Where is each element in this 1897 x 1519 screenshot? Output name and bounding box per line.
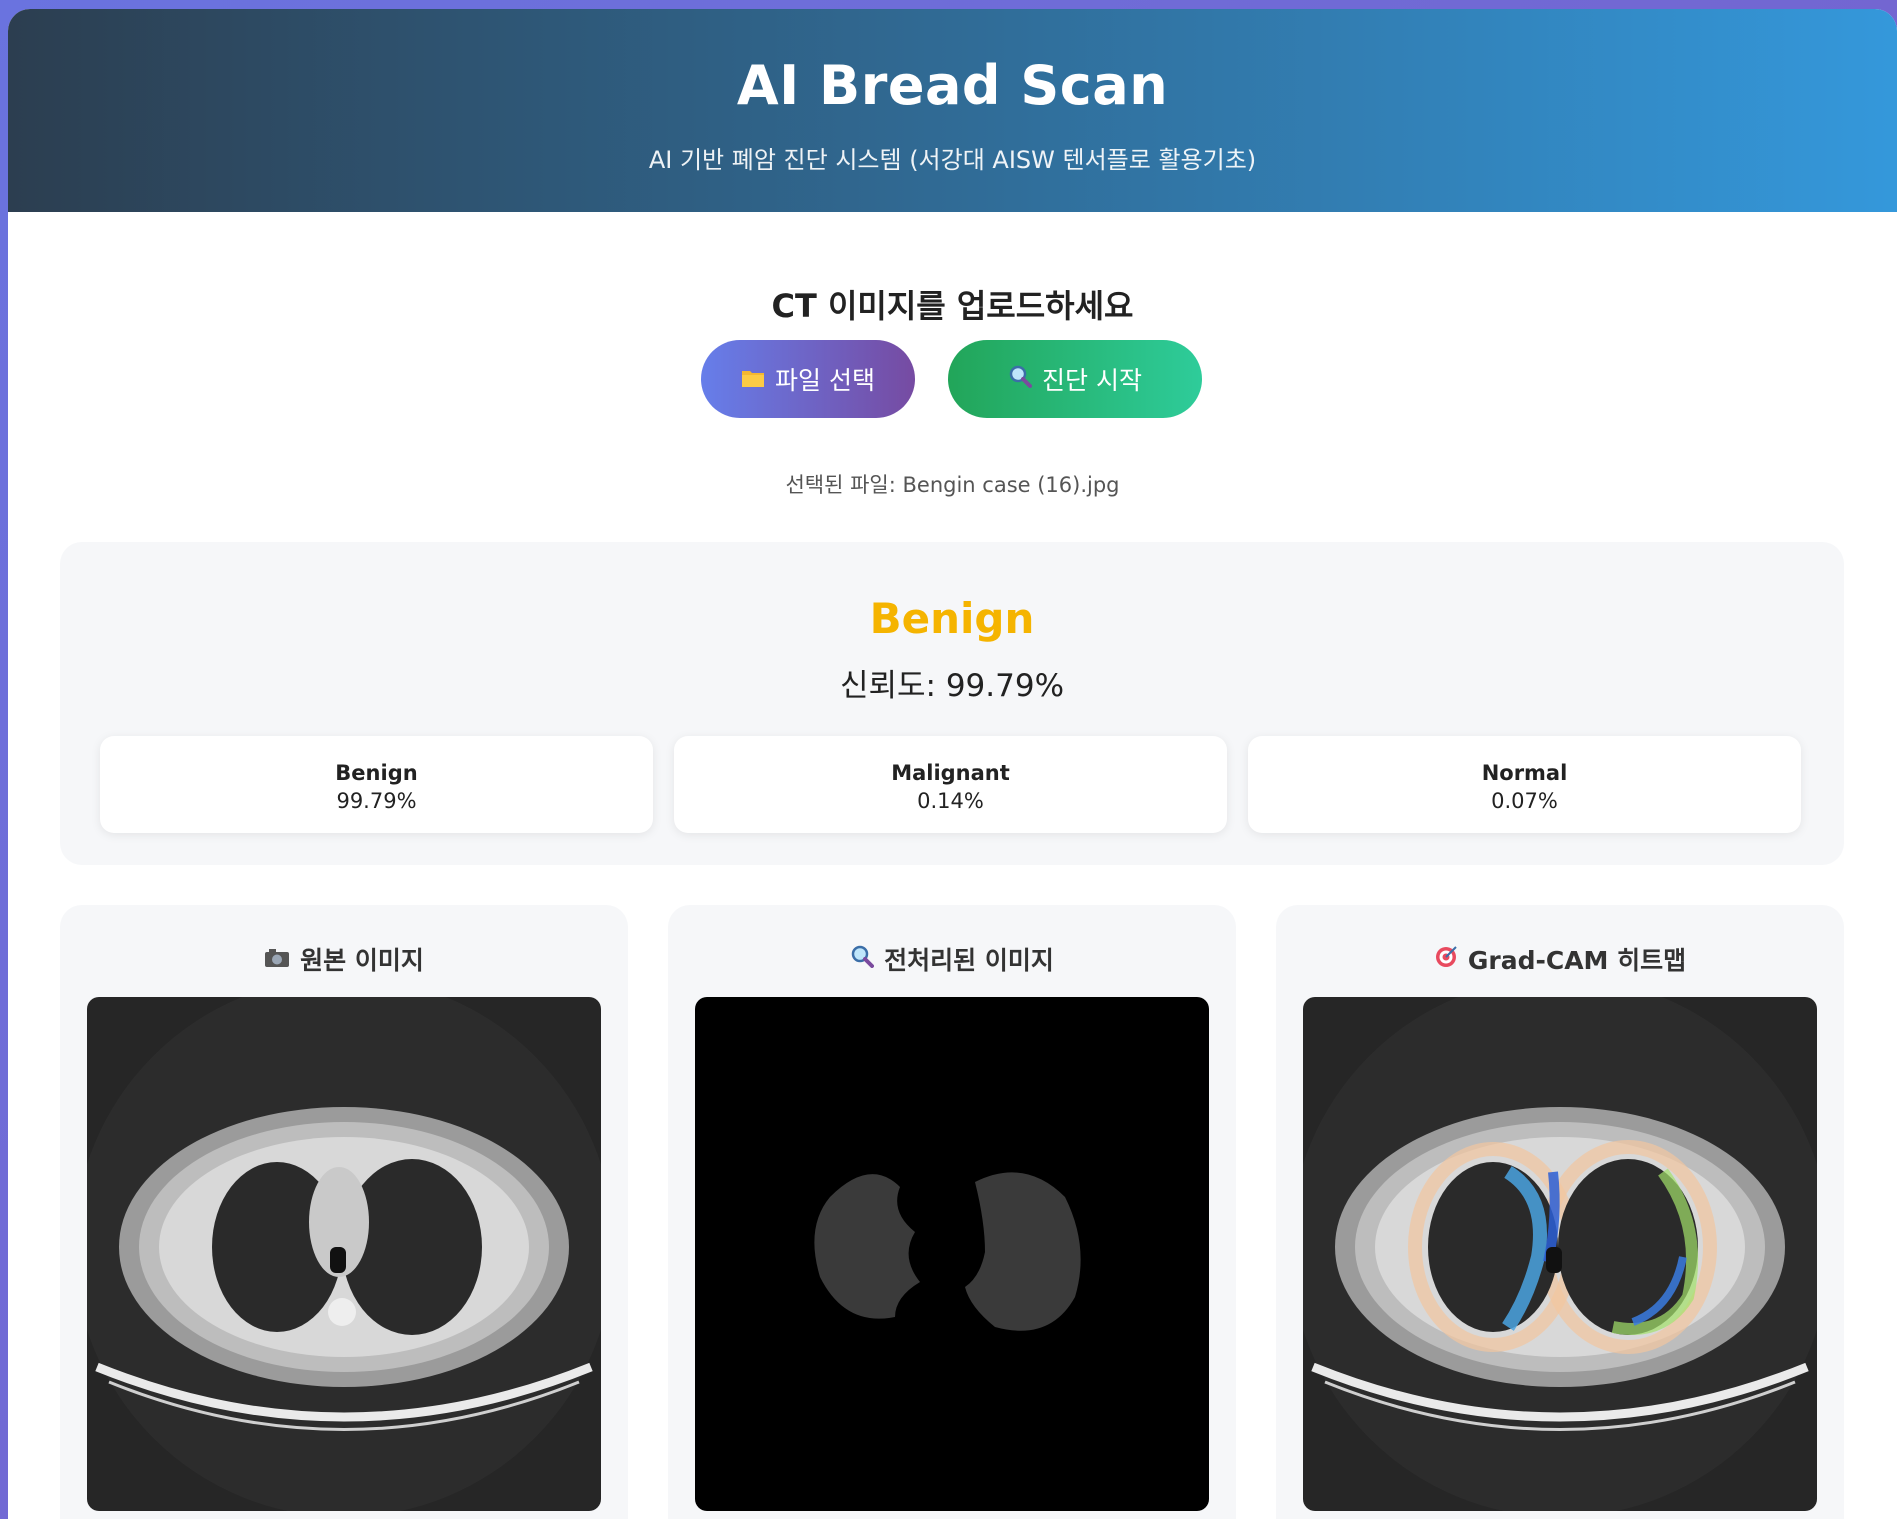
target-icon bbox=[1434, 944, 1458, 974]
app-subtitle: AI 기반 폐암 진단 시스템 (서강대 AISW 텐서플로 활용기초) bbox=[648, 146, 1257, 174]
upload-title: CT 이미지를 업로드하세요 bbox=[771, 287, 1134, 325]
prob-card-malignant: Malignant 0.14% bbox=[674, 736, 1227, 833]
prob-name: Normal bbox=[1481, 761, 1568, 785]
file-select-button[interactable]: 파일 선택 bbox=[701, 340, 915, 418]
panel-title-text: 원본 이미지 bbox=[300, 946, 424, 975]
prob-value: 0.14% bbox=[917, 789, 984, 813]
gradcam-heatmap-image bbox=[1303, 997, 1817, 1511]
magnifier-icon bbox=[850, 944, 875, 974]
prob-value: 0.07% bbox=[1491, 789, 1558, 813]
camera-icon bbox=[264, 945, 290, 974]
prob-name: Benign bbox=[335, 761, 418, 785]
prob-value: 99.79% bbox=[336, 789, 417, 813]
panel-title: 원본 이미지 bbox=[60, 941, 628, 977]
prob-card-benign: Benign 99.79% bbox=[100, 736, 653, 833]
original-ct-image bbox=[87, 997, 601, 1511]
file-select-label: 파일 선택 bbox=[775, 366, 875, 395]
selected-file-text: 선택된 파일: Bengin case (16).jpg bbox=[785, 473, 1120, 497]
panel-title-text: Grad-CAM 히트맵 bbox=[1467, 946, 1687, 975]
panel-title: Grad-CAM 히트맵 bbox=[1276, 941, 1844, 977]
start-diagnosis-button[interactable]: 진단 시작 bbox=[948, 340, 1202, 418]
preprocessed-ct-image bbox=[695, 997, 1209, 1511]
prediction-label: Benign bbox=[869, 594, 1035, 643]
result-panel: Benign 신뢰도: 99.79% Benign 99.79% Maligna… bbox=[60, 542, 1844, 865]
magnifier-icon bbox=[1008, 364, 1033, 394]
panel-gradcam-image: Grad-CAM 히트맵 bbox=[1276, 905, 1844, 1519]
app-card: AI Bread Scan AI 기반 폐암 진단 시스템 (서강대 AISW … bbox=[8, 9, 1897, 1519]
panel-preprocessed-image: 전처리된 이미지 bbox=[668, 905, 1236, 1519]
folder-icon bbox=[741, 365, 765, 394]
start-diagnosis-label: 진단 시작 bbox=[1042, 366, 1142, 395]
panel-title-text: 전처리된 이미지 bbox=[884, 946, 1054, 975]
panel-title: 전처리된 이미지 bbox=[668, 941, 1236, 977]
app-title: AI Bread Scan bbox=[736, 54, 1169, 117]
confidence-text: 신뢰도: 99.79% bbox=[839, 668, 1065, 704]
prob-card-normal: Normal 0.07% bbox=[1248, 736, 1801, 833]
prob-name: Malignant bbox=[891, 761, 1010, 785]
panel-original-image: 원본 이미지 bbox=[60, 905, 628, 1519]
app-header: AI Bread Scan AI 기반 폐암 진단 시스템 (서강대 AISW … bbox=[8, 9, 1897, 212]
